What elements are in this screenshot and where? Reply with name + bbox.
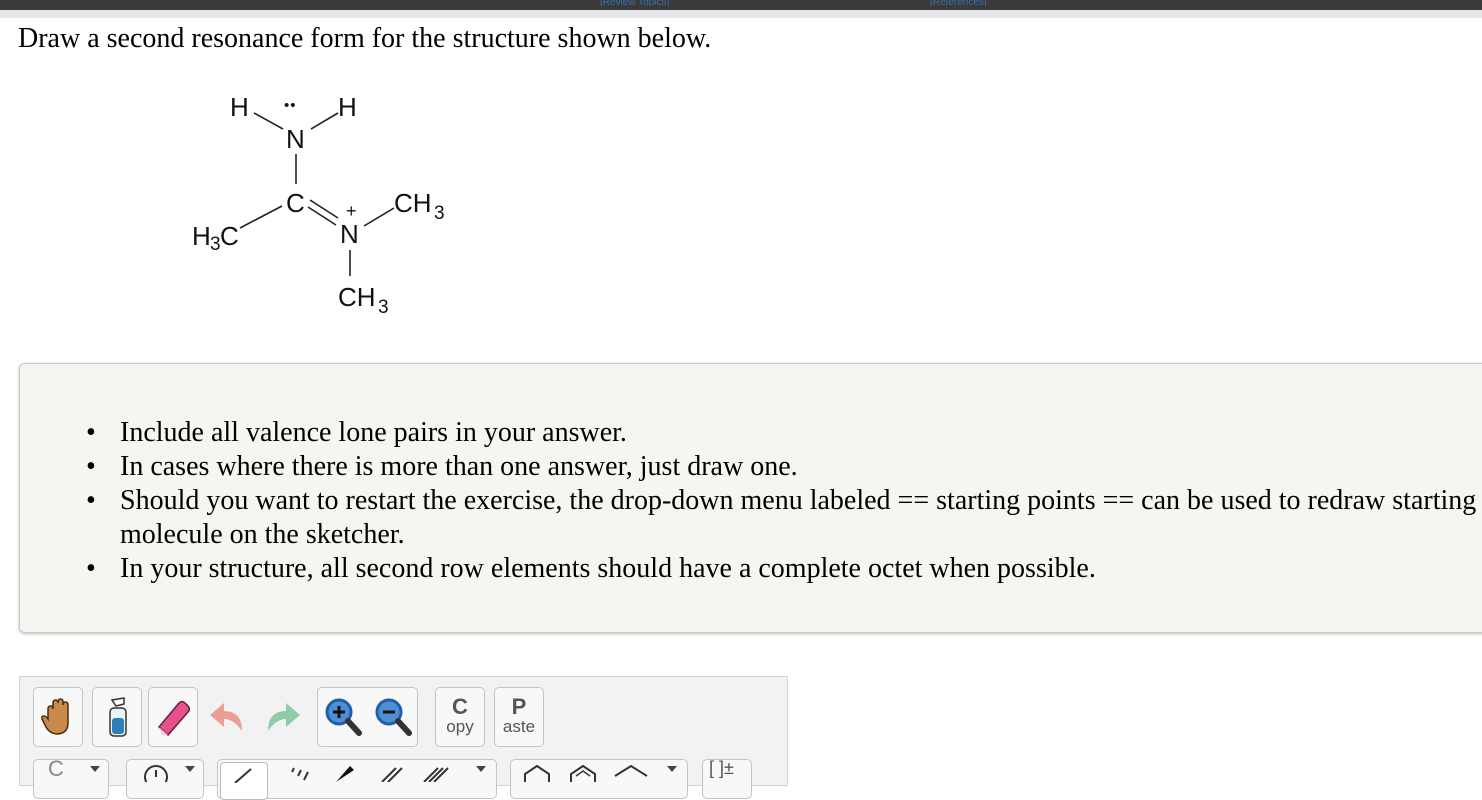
bond-c-n-double-b xyxy=(307,206,337,226)
references-link[interactable]: [References] xyxy=(930,0,987,6)
atom-ch3-right-sub: 3 xyxy=(434,203,445,224)
spray-bottle-icon xyxy=(109,697,127,737)
instructions-list: Include all valence lone pairs in your a… xyxy=(86,416,1482,586)
instruction-item: In your structure, all second row elemen… xyxy=(86,552,1482,586)
molecule-structure: H H •• N C H 3 C + N CH 3 CH 3 xyxy=(192,92,445,318)
atom-ch3-right-ch: CH xyxy=(394,188,432,218)
chain-label: C xyxy=(48,756,64,781)
circle-charge-icon xyxy=(144,765,168,782)
instruction-item: Should you want to restart the exercise,… xyxy=(86,484,1482,552)
bond-c-n-double-a xyxy=(309,199,339,219)
atom-ch3-left-c: C xyxy=(220,221,239,251)
charge-dropdown[interactable] xyxy=(126,759,204,799)
chevron-down-icon xyxy=(90,766,100,772)
instruction-item: Include all valence lone pairs in your a… xyxy=(86,416,1482,450)
zoom-out-icon xyxy=(375,698,412,736)
undo-arrow-icon xyxy=(210,703,242,731)
cyclopentane-icon[interactable] xyxy=(611,762,651,782)
hand-icon xyxy=(41,698,69,735)
benzene-icon[interactable] xyxy=(565,762,601,782)
chevron-down-icon[interactable] xyxy=(476,766,486,772)
zoom-out-button[interactable] xyxy=(368,688,418,746)
lone-pair-dots: •• xyxy=(284,97,297,114)
eraser-tool-button[interactable] xyxy=(148,687,198,747)
triple-bond-icon[interactable] xyxy=(420,762,450,782)
atom-h-right: H xyxy=(338,92,357,122)
atom-ch3-bottom-sub: 3 xyxy=(378,297,389,318)
single-bond-icon xyxy=(234,768,252,784)
plus-charge: + xyxy=(346,201,357,221)
zoom-in-button[interactable] xyxy=(318,688,368,746)
double-bond-icon[interactable] xyxy=(376,762,406,782)
atom-chain-dropdown[interactable]: C xyxy=(33,756,109,799)
copy-label-small: opy xyxy=(446,717,474,736)
undo-button[interactable] xyxy=(204,687,254,747)
bracket-charge-button[interactable]: [ ]± xyxy=(702,758,752,799)
bond-n-h-right xyxy=(310,112,339,130)
paste-button[interactable]: P aste xyxy=(494,687,544,747)
atom-n-plus: N xyxy=(340,219,359,249)
zoom-in-icon xyxy=(325,698,362,736)
paste-label-big: P xyxy=(511,694,527,719)
question-prompt: Draw a second resonance form for the str… xyxy=(18,23,712,54)
copy-label-big: C xyxy=(452,694,468,719)
copy-button[interactable]: C opy xyxy=(435,687,485,747)
single-bond-button[interactable] xyxy=(220,762,268,800)
atom-ch3-left-sub: 3 xyxy=(210,234,221,255)
instructions-panel: Include all valence lone pairs in your a… xyxy=(19,363,1482,633)
wedge-bond-icon[interactable] xyxy=(330,762,360,782)
ring-tools-group xyxy=(510,759,688,799)
chevron-down-icon[interactable] xyxy=(667,766,677,772)
paste-label-small: aste xyxy=(502,717,536,736)
atom-n-top: N xyxy=(286,124,305,154)
bond-h-n-left xyxy=(253,112,284,130)
instruction-item: In cases where there is more than one an… xyxy=(86,450,1482,484)
atom-ch3-bottom-ch: CH xyxy=(338,282,376,312)
zoom-group xyxy=(317,687,418,747)
eraser-icon xyxy=(157,700,191,737)
chevron-down-icon xyxy=(185,766,195,772)
review-topics-link[interactable]: [Review Topics] xyxy=(600,0,669,6)
redo-button[interactable] xyxy=(256,687,306,747)
top-bar-strip xyxy=(0,10,1482,18)
bracket-label: [ ]± xyxy=(709,758,734,778)
top-bar xyxy=(0,0,1482,10)
clear-tool-button[interactable] xyxy=(92,687,142,747)
atom-h-left: H xyxy=(230,92,249,122)
bond-ch3-c xyxy=(239,205,283,229)
bond-n-ch3-right xyxy=(363,207,395,227)
sketcher-toolbar: C opy P aste C []± xyxy=(19,676,788,800)
hashed-bond-icon[interactable] xyxy=(284,762,314,782)
pan-tool-button[interactable] xyxy=(33,687,83,747)
redo-arrow-icon xyxy=(268,703,300,731)
cyclohexane-icon[interactable] xyxy=(519,762,555,782)
bond-tools-group xyxy=(217,759,497,800)
atom-c-center: C xyxy=(286,188,305,218)
atom-ch3-left-h: H xyxy=(192,221,211,251)
